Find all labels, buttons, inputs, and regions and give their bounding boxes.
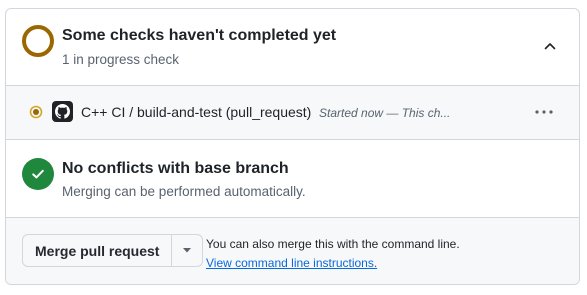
checks-subtitle: 1 in progress check xyxy=(62,52,180,67)
conflicts-status: No conflicts with base branch Merging ca… xyxy=(6,140,579,218)
checks-summary: Some checks haven't completed yet 1 in p… xyxy=(6,9,579,86)
checks-title: Some checks haven't completed yet xyxy=(62,27,337,44)
merge-button-group: Merge pull request xyxy=(22,234,204,267)
merge-pull-request-button[interactable]: Merge pull request xyxy=(23,235,173,266)
check-description: Started now — This ch... xyxy=(319,106,451,120)
kebab-horizontal-icon xyxy=(535,110,553,114)
merge-method-dropdown[interactable] xyxy=(172,235,202,266)
conflicts-subtitle: Merging can be performed automatically. xyxy=(62,184,306,199)
triangle-down-icon xyxy=(183,248,192,253)
in-progress-dot-icon xyxy=(29,105,43,119)
pending-ring-icon xyxy=(22,25,54,57)
check-row-menu-button[interactable] xyxy=(533,102,555,122)
check-name[interactable]: C++ CI / build-and-test (pull_request) xyxy=(81,104,311,120)
cli-instructions-link[interactable]: View command line instructions. xyxy=(206,256,377,270)
collapse-checks-button[interactable] xyxy=(539,35,561,57)
merge-box: Some checks haven't completed yet 1 in p… xyxy=(5,8,580,285)
check-circle-icon xyxy=(22,158,54,190)
conflicts-title: No conflicts with base branch xyxy=(62,160,289,177)
cli-hint: You can also merge this with the command… xyxy=(206,237,460,251)
github-actions-icon xyxy=(52,101,73,122)
merge-footer: Merge pull request You can also merge th… xyxy=(6,218,579,284)
check-row[interactable]: C++ CI / build-and-test (pull_request) S… xyxy=(6,86,579,140)
chevron-up-icon xyxy=(544,43,556,50)
